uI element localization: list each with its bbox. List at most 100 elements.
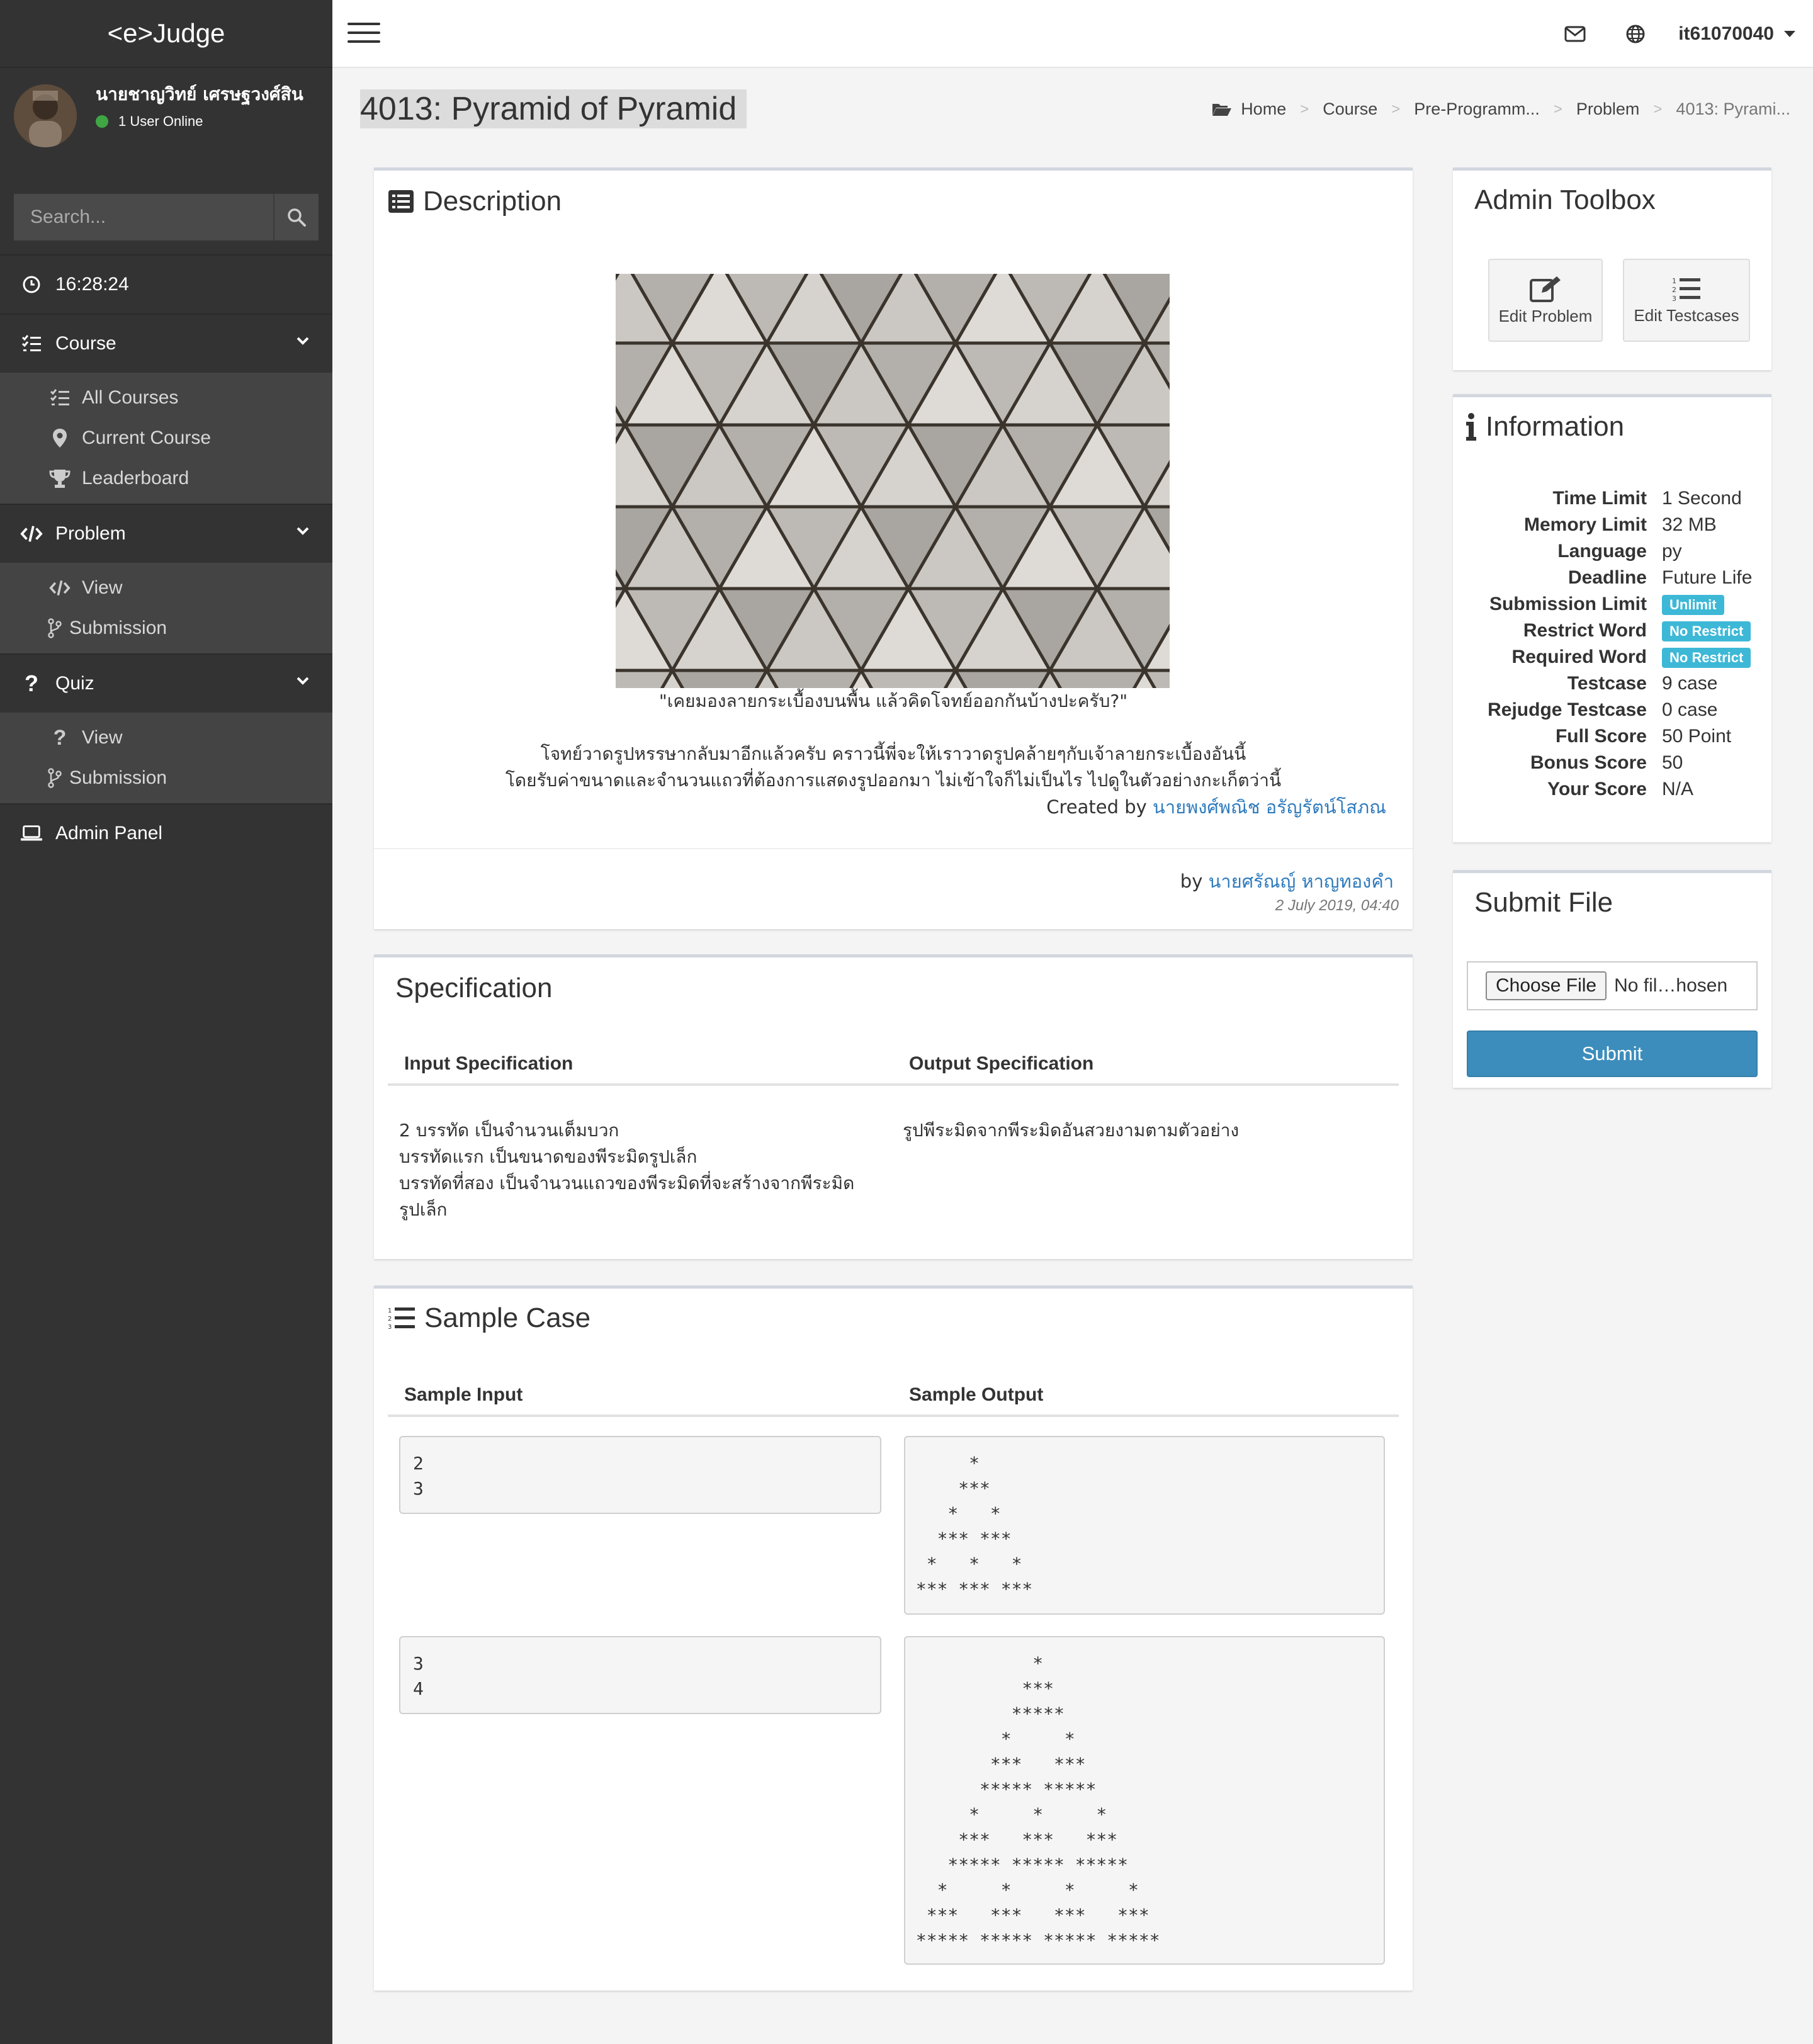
sidebar-item-label: View	[82, 727, 123, 748]
top-navbar: it61070040	[332, 0, 1813, 68]
info-key: Your Score	[1547, 779, 1647, 799]
sample-output-header: Sample Output	[909, 1384, 1044, 1405]
file-input[interactable]: Choose File No fil…hosen	[1467, 961, 1758, 1010]
submit-button[interactable]: Submit	[1467, 1030, 1758, 1077]
sidebar-item-label: Current Course	[82, 427, 212, 448]
search-button[interactable]	[273, 194, 319, 240]
code-icon	[49, 577, 71, 599]
sample-output-1: * *** * * *** *** * * * *** *** ***	[904, 1436, 1385, 1615]
description-line-1: โจทย์วาดรูปหรรษากลับมาอีกแล้วครับ คราวนี…	[540, 743, 1246, 764]
info-row: Bonus Score 50	[1453, 750, 1771, 776]
description-quote: "เคยมองลายกระเบื้องบนพื้น แล้วคิดโจทย์ออ…	[658, 691, 1128, 711]
breadcrumb-course-name[interactable]: Pre-Programm...	[1414, 99, 1540, 119]
file-status: No fil…hosen	[1614, 975, 1728, 996]
brand-logo[interactable]: <e>Judge	[0, 0, 332, 68]
user-panel: นายชาญวิทย์ เศรษฐวงศ์สิน 1 User Online	[0, 68, 332, 181]
sidebar-item-label: Leaderboard	[82, 468, 189, 488]
info-row: Rejudge Testcase 0 case	[1453, 697, 1771, 723]
breadcrumb-current: 4013: Pyrami...	[1676, 99, 1790, 118]
info-row: Restrict Word No Restrict	[1453, 618, 1771, 644]
creator-link[interactable]: นายพงศ์พณิช อรัญรัตน์โสภณ	[1153, 796, 1386, 818]
sidebar-search	[14, 194, 319, 240]
sidebar-item-label: Submission	[69, 767, 167, 788]
sidebar-item-label: Submission	[69, 618, 167, 638]
info-badge: No Restrict	[1662, 621, 1751, 642]
info-key: Submission Limit	[1489, 594, 1647, 614]
sidebar-submenu-course: All Courses Current Course Leaderboard	[0, 373, 332, 504]
edit-testcases-label: Edit Testcases	[1634, 305, 1739, 325]
specification-box: Specification Input Specification Output…	[374, 954, 1413, 1259]
admin-toolbox-box: Admin Toolbox Edit Problem 123 Edit Test…	[1453, 167, 1771, 370]
info-icon	[1466, 413, 1477, 441]
sidebar-toggle-button[interactable]	[347, 23, 380, 45]
sidebar-item-label: View	[82, 577, 123, 598]
sidebar-item-quiz-view[interactable]: ? View	[0, 718, 332, 758]
specification-title: Specification	[395, 973, 553, 1003]
page-title: 4013: Pyramid of Pyramid	[360, 89, 747, 128]
list-ol-icon: 123	[1672, 277, 1700, 302]
choose-file-button[interactable]: Choose File	[1486, 971, 1607, 1000]
svg-text:1: 1	[388, 1307, 392, 1314]
svg-text:2: 2	[388, 1316, 392, 1323]
info-value: No Restrict	[1662, 618, 1751, 644]
sample-input-2: 3 4	[399, 1636, 881, 1714]
online-status: 1 User Online	[96, 113, 329, 130]
info-value: No Restrict	[1662, 644, 1751, 670]
output-spec-header: Output Specification	[909, 1053, 1094, 1074]
messages-button[interactable]	[1545, 0, 1605, 68]
input-spec-header: Input Specification	[404, 1053, 573, 1074]
edit-testcases-button[interactable]: 123 Edit Testcases	[1623, 259, 1750, 342]
sidebar-item-current-course[interactable]: Current Course	[0, 418, 332, 458]
online-status-text: 1 User Online	[118, 113, 203, 129]
sidebar-item-leaderboard[interactable]: Leaderboard	[0, 458, 332, 499]
sidebar-item-admin-panel[interactable]: Admin Panel	[0, 805, 332, 862]
edit-problem-button[interactable]: Edit Problem	[1488, 259, 1603, 342]
globe-icon	[1626, 25, 1645, 43]
info-key: Memory Limit	[1523, 514, 1647, 535]
info-key: Required Word	[1511, 647, 1647, 667]
info-row: Memory Limit 32 MB	[1453, 512, 1771, 538]
sidebar-item-course[interactable]: Course	[0, 315, 332, 373]
info-key: Deadline	[1567, 567, 1647, 588]
sidebar-item-label: Problem	[55, 523, 126, 544]
info-row: Time Limit 1 Second	[1453, 485, 1771, 512]
breadcrumb-home[interactable]: Home	[1241, 99, 1286, 119]
map-marker-icon	[49, 427, 71, 449]
author-line: by นายศรัณญ์ หาญทองคำ	[1180, 871, 1394, 892]
svg-text:3: 3	[388, 1324, 392, 1331]
folder-open-icon	[1212, 103, 1232, 116]
sidebar-item-problem[interactable]: Problem	[0, 505, 332, 563]
code-icon	[20, 522, 43, 545]
caret-down-icon	[1784, 31, 1795, 37]
information-box: Information Time Limit 1 Second Memory Lim…	[1453, 394, 1771, 842]
information-header: Information	[1466, 411, 1624, 443]
avatar	[14, 84, 77, 147]
language-button[interactable]	[1605, 0, 1666, 68]
info-row: Your Score N/A	[1453, 776, 1771, 803]
info-row: Submission Limit Unlimit	[1453, 591, 1771, 618]
edit-problem-label: Edit Problem	[1498, 306, 1593, 325]
sidebar-item-quiz-submission[interactable]: Submission	[0, 758, 332, 798]
sidebar-item-problem-view[interactable]: View	[0, 568, 332, 608]
sidebar-item-all-courses[interactable]: All Courses	[0, 378, 332, 418]
author-link[interactable]: นายศรัณญ์ หาญทองคำ	[1209, 871, 1394, 892]
specification-table-header: Input Specification Output Specification	[388, 1042, 1399, 1086]
online-dot-icon	[96, 115, 108, 128]
description-line-2: โดยรับค่าขนาดและจำนวนแถวที่ต้องการแสดงรู…	[505, 770, 1282, 791]
sidebar: <e>Judge นายชาญวิทย์ เศรษฐวงศ์สิน 1 User…	[0, 0, 332, 2044]
sidebar-item-problem-submission[interactable]: Submission	[0, 608, 332, 648]
info-row: Language py	[1453, 538, 1771, 565]
description-title: Description	[423, 186, 562, 217]
breadcrumb-problem[interactable]: Problem	[1576, 99, 1640, 119]
sidebar-item-label: All Courses	[82, 387, 179, 408]
sidebar-item-quiz[interactable]: ? Quiz	[0, 655, 332, 713]
tasks-icon	[20, 332, 43, 355]
info-value: 9 case	[1662, 673, 1718, 694]
code-branch-icon	[47, 767, 63, 789]
search-input[interactable]	[14, 194, 273, 240]
info-value: 50 Point	[1662, 726, 1732, 747]
info-key: Rejudge Testcase	[1488, 699, 1647, 720]
breadcrumb-course[interactable]: Course	[1323, 99, 1377, 119]
list-icon	[49, 387, 71, 409]
user-menu-dropdown[interactable]: it61070040	[1666, 23, 1813, 45]
